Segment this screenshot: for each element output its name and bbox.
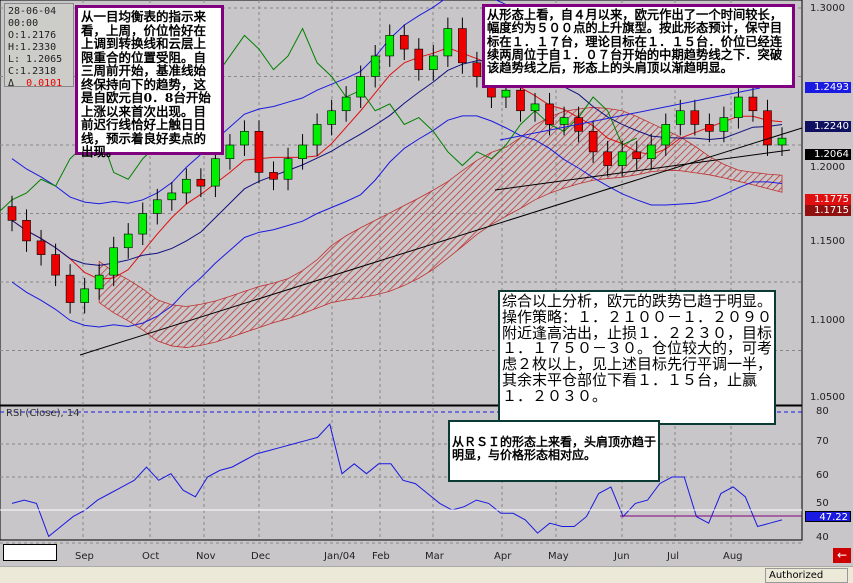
info-low: L: 1.2065 (8, 54, 63, 65)
delta-icon: Δ (8, 78, 15, 89)
candle-down (65, 274, 75, 303)
strategy-note: 综合以上分析，欧元的跌势已趋于明显。操作策略：１．２１００－１．２０９０附近逢高… (498, 290, 776, 425)
rsi-current-tag: 47.22 (805, 511, 851, 523)
candle-up (429, 55, 438, 70)
candle-up (443, 28, 453, 57)
pattern-note: 从形态上看，自４月以来，欧元作出了一个时间较长，幅度约为５００点的上升旗型。按此… (482, 4, 795, 88)
price-tick: 1.1500 (810, 236, 845, 247)
month-label: Sep (75, 551, 94, 562)
price-tag-last: 1.2064 (805, 149, 851, 160)
month-label: Jul (667, 551, 680, 562)
candle-down (516, 89, 525, 112)
candle-up (283, 158, 293, 180)
month-label: Jan/04 (324, 551, 356, 562)
candle-up (312, 124, 322, 146)
back-arrow-button[interactable]: ← (833, 548, 851, 563)
candle-up (530, 103, 540, 112)
candle-down (545, 103, 554, 125)
candle-up (356, 76, 365, 98)
price-tag-target-2: 1.1715 (805, 205, 851, 216)
candle-down (603, 151, 612, 166)
info-date: 28-06-04 (8, 6, 57, 17)
candle-up (370, 55, 380, 77)
info-delta-row: Δ 0.0101 (8, 78, 70, 90)
candle-up (777, 137, 787, 146)
candle-up (80, 288, 89, 303)
candle-down (7, 206, 17, 221)
price-tag-target-1: 1.1775 (805, 194, 851, 205)
status-bar: Authorized (0, 566, 853, 583)
candle-down (472, 62, 482, 77)
candle-up (719, 117, 729, 132)
rsi-title: RSI (Close), 14 (6, 408, 80, 419)
month-label: Feb (372, 551, 390, 562)
month-label: Jun (614, 551, 630, 562)
info-delta: 0.0101 (26, 78, 63, 89)
month-label: Apr (494, 551, 512, 562)
rsi-tick: 40 (816, 532, 829, 543)
month-label: Dec (251, 551, 271, 562)
candle-down (705, 124, 714, 132)
rsi-tick: 80 (816, 406, 829, 417)
candle-up (138, 213, 148, 235)
info-time: 00:00 (8, 18, 39, 29)
candle-up (182, 178, 191, 194)
ichimoku-note: 从一目均衡表的指示来看，上周，价位恰好在上调到转换线和云层上限重合的位置受阻。自… (75, 5, 224, 158)
ohlc-info-panel: 28-06-04 00:00 O:1.2176 H:1.2330 L: 1.20… (4, 3, 74, 90)
candle-up (123, 233, 133, 249)
candle-down (458, 28, 467, 64)
candle-up (646, 144, 656, 159)
candle-down (269, 172, 278, 180)
candle-up (559, 117, 569, 125)
candle-up (661, 124, 671, 146)
candle-up (617, 151, 627, 166)
price-tick: 1.0500 (810, 392, 845, 403)
month-label: Nov (196, 551, 216, 562)
candle-down (254, 131, 264, 173)
candle-up (225, 144, 235, 159)
candle-down (690, 110, 700, 125)
candle-up (385, 35, 395, 57)
candle-down (748, 96, 758, 112)
candle-up (501, 89, 511, 98)
month-label: May (548, 551, 569, 562)
candle-up (327, 110, 336, 125)
candle-down (399, 35, 409, 50)
rsi-tick: 50 (816, 498, 829, 509)
candle-up (109, 247, 118, 276)
symbol-input[interactable] (3, 544, 57, 561)
candle-down (588, 131, 598, 153)
candle-up (211, 158, 220, 187)
candle-down (632, 151, 642, 160)
candle-down (196, 178, 206, 187)
month-label: Aug (723, 551, 743, 562)
status-authorized: Authorized (765, 568, 848, 583)
candle-up (676, 110, 685, 125)
candle-down (36, 240, 46, 255)
month-label: Mar (425, 551, 444, 562)
candle-up (734, 96, 743, 118)
price-tick: 1.3000 (810, 3, 845, 14)
info-open: O:1.2176 (8, 30, 57, 41)
month-label: Oct (142, 551, 160, 562)
rsi-tick: 70 (816, 436, 829, 447)
rsi-note: 从ＲＳＩ的形态上来看，头肩顶亦趋于明显，与价格形态相对应。 (448, 420, 660, 482)
candle-up (152, 199, 162, 214)
info-close: C:1.2318 (8, 66, 57, 77)
candle-up (94, 274, 104, 290)
price-tick: 1.2000 (810, 162, 845, 173)
candle-down (51, 254, 60, 276)
candle-down (414, 48, 424, 70)
candle-up (240, 131, 249, 146)
candle-down (22, 220, 31, 242)
info-high: H:1.2330 (8, 42, 57, 53)
candle-up (341, 96, 351, 112)
price-tick: 1.1000 (810, 315, 845, 326)
candle-up (298, 144, 307, 159)
rsi-pane (0, 405, 803, 541)
price-tag-kijun: 1.2240 (805, 121, 851, 132)
price-tag-upper-band: 1.2493 (805, 82, 851, 93)
rsi-tick: 60 (816, 470, 829, 481)
candle-up (167, 192, 177, 201)
